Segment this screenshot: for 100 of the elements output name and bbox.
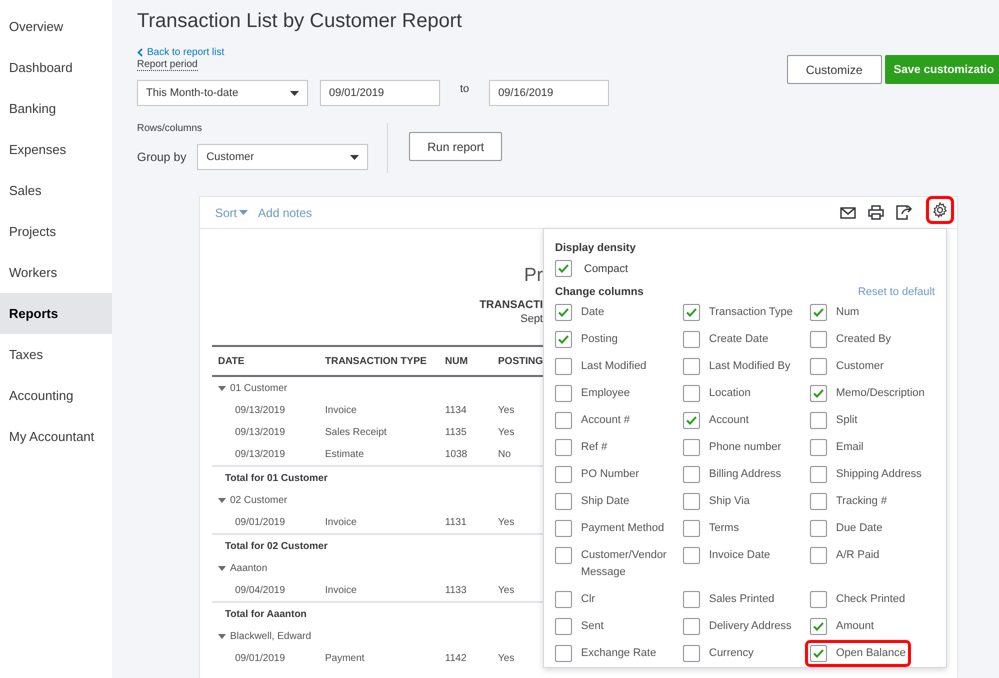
group-row-toggle[interactable]: Blackwell, Edward	[218, 630, 543, 642]
table-cell: Yes	[498, 516, 514, 528]
checkmark-icon	[558, 264, 569, 273]
nav-item[interactable]: Taxes	[0, 334, 112, 375]
caret-icon	[239, 210, 248, 215]
checkbox[interactable]	[555, 466, 572, 483]
mail-icon[interactable]	[840, 206, 856, 218]
checkbox[interactable]	[683, 385, 700, 402]
checkbox[interactable]	[555, 439, 572, 456]
column-option-label: Split	[836, 413, 858, 428]
column-option-label: PO Number	[581, 467, 640, 482]
checkbox[interactable]	[683, 618, 700, 635]
settings-icon[interactable]	[926, 196, 954, 224]
checkbox[interactable]	[810, 645, 827, 662]
end-date-field[interactable]: 09/16/2019	[489, 80, 610, 106]
checkbox[interactable]	[810, 493, 827, 510]
caret-icon	[218, 386, 226, 390]
checkbox[interactable]	[810, 385, 827, 402]
checkbox[interactable]	[555, 618, 572, 635]
column-option-label: Ship Via	[709, 494, 750, 509]
nav-item[interactable]: Banking	[0, 88, 112, 129]
checkbox[interactable]	[555, 547, 572, 564]
total-label: Total for 01 Customer	[225, 472, 328, 484]
checkbox[interactable]	[555, 304, 572, 321]
column-option-label: Delivery Address	[709, 619, 792, 634]
print-icon[interactable]	[868, 205, 884, 220]
table-cell: Sales Receipt	[325, 426, 387, 438]
checkbox[interactable]	[683, 547, 700, 564]
checkbox[interactable]	[555, 260, 572, 277]
table-cell: Invoice	[325, 404, 357, 416]
column-option-label: Amount	[836, 619, 874, 634]
table-cell: 09/01/2019	[235, 516, 286, 528]
checkbox[interactable]	[555, 645, 572, 662]
checkbox[interactable]	[555, 385, 572, 402]
checkbox[interactable]	[810, 439, 827, 456]
checkbox[interactable]	[555, 520, 572, 537]
nav-item[interactable]: Reports	[0, 293, 112, 334]
customize-button[interactable]: Customize	[786, 55, 882, 84]
table-cell: Yes	[498, 584, 514, 596]
checkbox[interactable]	[810, 466, 827, 483]
group-row-toggle[interactable]: 01 Customer	[218, 382, 543, 394]
table-cell: Invoice	[325, 516, 357, 528]
checkbox[interactable]	[555, 358, 572, 375]
checkbox[interactable]	[810, 520, 827, 537]
table-cell: 09/13/2019	[235, 426, 286, 438]
export-icon[interactable]	[896, 205, 914, 220]
report-period-label: Report period	[137, 59, 198, 71]
checkbox[interactable]	[683, 439, 700, 456]
checkmark-icon	[813, 308, 824, 317]
period-dropdown[interactable]: This Month-to-date	[137, 80, 308, 106]
checkbox[interactable]	[555, 493, 572, 510]
column-option-label: Posting	[581, 332, 618, 347]
group-row-toggle[interactable]: 02 Customer	[218, 494, 543, 506]
checkbox[interactable]	[810, 331, 827, 348]
checkbox[interactable]	[810, 591, 827, 608]
column-option-label: Last Modified By	[709, 359, 790, 374]
table-cell: Payment	[325, 652, 364, 664]
checkbox[interactable]	[555, 412, 572, 429]
checkbox[interactable]	[683, 412, 700, 429]
checkbox[interactable]	[810, 618, 827, 635]
checkbox[interactable]	[810, 412, 827, 429]
checkbox[interactable]	[683, 358, 700, 375]
group-row-toggle[interactable]: Aaanton	[218, 562, 543, 574]
checkbox[interactable]	[683, 591, 700, 608]
caret-icon	[218, 498, 226, 502]
checkbox[interactable]	[683, 466, 700, 483]
start-date-field[interactable]: 09/01/2019	[320, 80, 440, 106]
nav-item[interactable]: Workers	[0, 252, 112, 293]
back-link[interactable]: Back to report list	[137, 47, 224, 58]
checkbox[interactable]	[810, 304, 827, 321]
checkbox[interactable]	[810, 358, 827, 375]
column-option-label: Open Balance	[836, 646, 906, 661]
column-option-label: Exchange Rate	[581, 646, 656, 661]
checkbox[interactable]	[555, 591, 572, 608]
checkbox[interactable]	[683, 493, 700, 510]
column-option-label: A/R Paid	[836, 548, 880, 563]
nav-item[interactable]: Projects	[0, 211, 112, 252]
group-by-label: Group by	[137, 150, 186, 164]
nav-item[interactable]: My Accountant	[0, 416, 112, 457]
compact-label: Compact	[584, 262, 628, 274]
checkbox[interactable]	[810, 547, 827, 564]
nav-item[interactable]: Overview	[0, 6, 112, 47]
column-option-label: Employee	[581, 386, 630, 401]
nav-item[interactable]: Expenses	[0, 129, 112, 170]
table-cell: 09/13/2019	[235, 448, 286, 460]
checkbox[interactable]	[555, 331, 572, 348]
checkbox[interactable]	[683, 304, 700, 321]
checkmark-icon	[686, 416, 697, 425]
checkbox[interactable]	[683, 331, 700, 348]
checkbox[interactable]	[683, 645, 700, 662]
nav-item[interactable]: Sales	[0, 170, 112, 211]
caret-icon	[290, 90, 299, 96]
nav-item[interactable]: Accounting	[0, 375, 112, 416]
checkbox[interactable]	[683, 520, 700, 537]
table-cell: 09/13/2019	[235, 404, 286, 416]
nav-item[interactable]: Dashboard	[0, 47, 112, 88]
group-by-dropdown[interactable]: Customer	[197, 144, 368, 170]
run-report-button[interactable]: Run report	[409, 132, 502, 161]
column-option-label: Currency	[709, 646, 754, 661]
table-cell: 1142	[445, 652, 467, 664]
